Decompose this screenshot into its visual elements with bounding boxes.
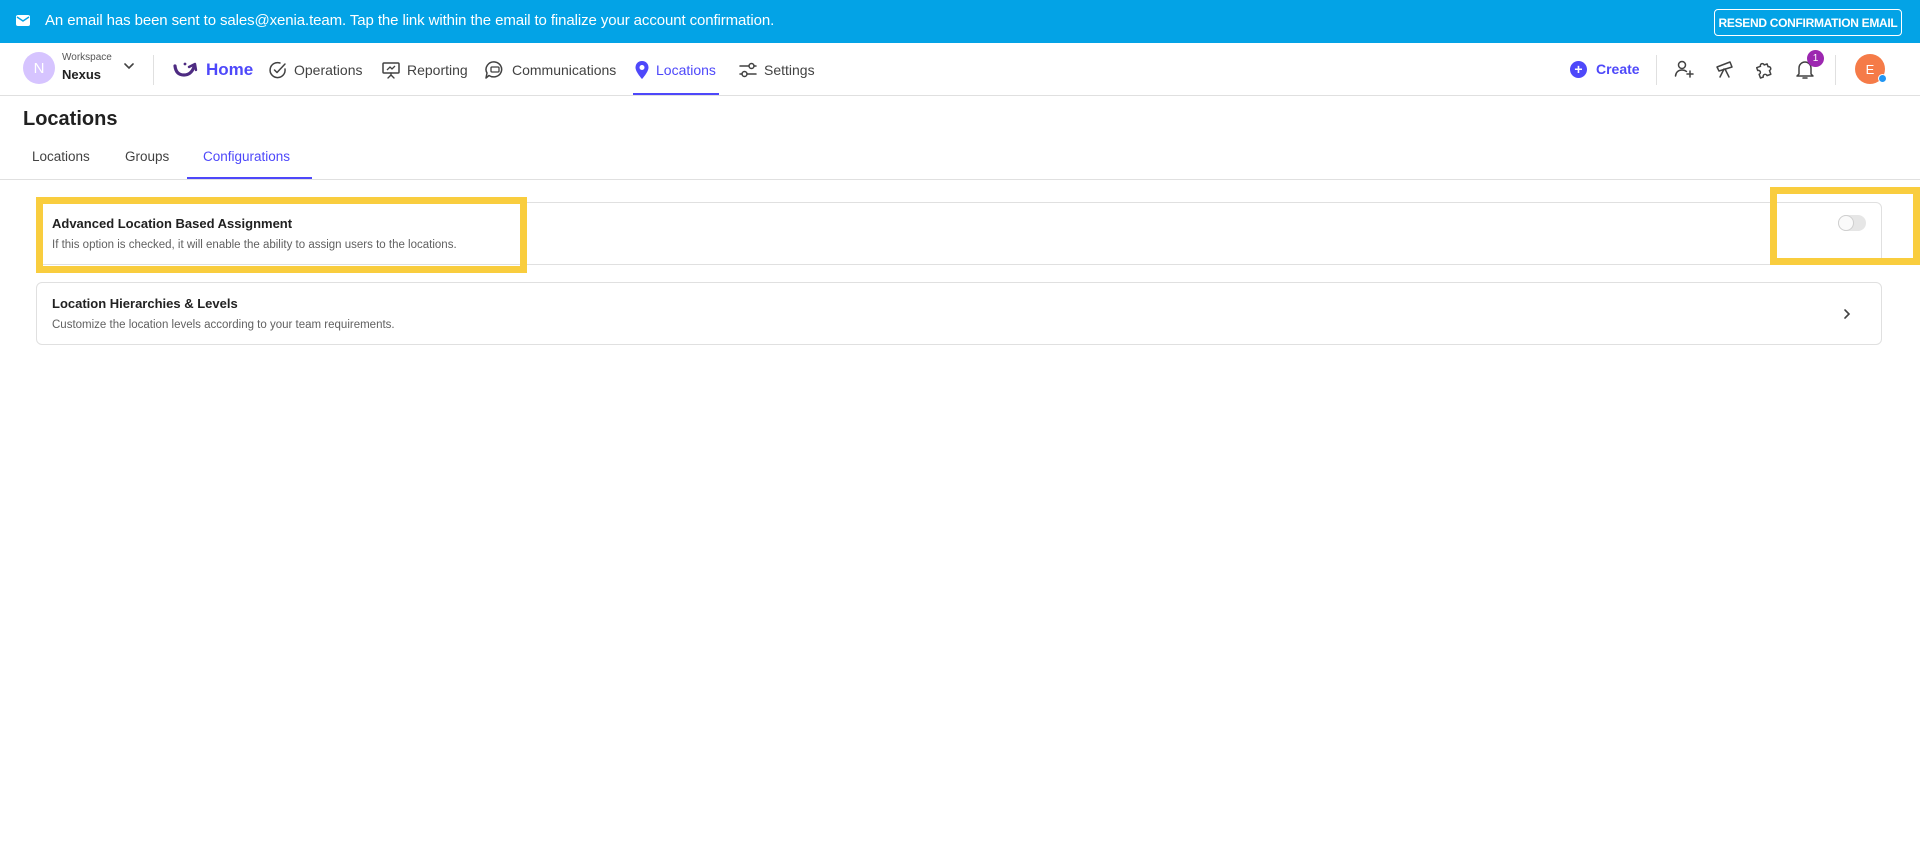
nav-locations-label: Locations <box>656 62 716 78</box>
email-confirmation-banner: An email has been sent to sales@xenia.te… <box>0 0 1920 43</box>
workspace-avatar: N <box>23 52 55 84</box>
location-hierarchies-description: Customize the location levels according … <box>52 319 395 331</box>
nav-communications[interactable]: Communications <box>484 55 616 85</box>
nav-operations-label: Operations <box>294 62 363 78</box>
chevron-down-icon[interactable] <box>123 60 135 72</box>
nav-communications-label: Communications <box>512 62 617 78</box>
active-nav-indicator <box>633 93 719 95</box>
create-button[interactable]: + Create <box>1570 58 1640 80</box>
home-logo-icon <box>173 62 198 77</box>
tab-configurations[interactable]: Configurations <box>203 149 290 164</box>
telescope-icon[interactable] <box>1712 56 1738 82</box>
add-user-icon[interactable] <box>1671 56 1697 82</box>
nav-reporting[interactable]: Reporting <box>381 55 468 85</box>
chat-bubble-icon <box>485 61 503 79</box>
page-title: Locations <box>23 108 118 130</box>
location-hierarchies-card[interactable]: Location Hierarchies & Levels Customize … <box>36 282 1882 345</box>
tab-groups[interactable]: Groups <box>125 149 169 164</box>
resend-confirmation-button[interactable]: RESEND CONFIRMATION EMAIL <box>1714 9 1902 36</box>
mail-icon <box>16 15 30 26</box>
active-tab-indicator <box>187 177 312 179</box>
nav-settings-label: Settings <box>764 62 815 78</box>
puzzle-icon[interactable] <box>1752 56 1778 82</box>
settings-sliders-icon <box>739 62 757 78</box>
notification-badge: 1 <box>1807 50 1824 67</box>
tab-locations[interactable]: Locations <box>32 149 90 164</box>
highlight-box <box>36 197 527 273</box>
create-label: Create <box>1596 61 1640 77</box>
nav-divider <box>1656 55 1657 85</box>
chevron-right-icon <box>1844 309 1851 319</box>
nav-divider <box>1835 55 1836 85</box>
nav-operations[interactable]: Operations <box>268 55 362 85</box>
highlight-box <box>1770 187 1920 265</box>
banner-message: An email has been sent to sales@xenia.te… <box>45 12 775 29</box>
plus-circle-icon: + <box>1570 60 1587 78</box>
location-pin-icon <box>635 61 649 79</box>
online-status-dot <box>1878 74 1887 83</box>
nav-home[interactable]: Home <box>172 55 253 85</box>
check-circle-icon <box>269 61 286 79</box>
nav-settings[interactable]: Settings <box>738 55 815 85</box>
nav-locations[interactable]: Locations <box>634 55 716 85</box>
nav-divider <box>153 55 154 85</box>
location-hierarchies-title: Location Hierarchies & Levels <box>52 296 238 311</box>
workspace-label: Workspace <box>62 52 112 63</box>
workspace-name: Nexus <box>62 67 102 82</box>
presentation-chart-icon <box>382 62 400 79</box>
nav-reporting-label: Reporting <box>407 62 468 78</box>
nav-home-label: Home <box>206 60 254 79</box>
tab-bar: Locations Groups Configurations <box>0 140 1920 180</box>
top-nav: N Workspace Nexus Home Operations Report… <box>0 43 1920 96</box>
